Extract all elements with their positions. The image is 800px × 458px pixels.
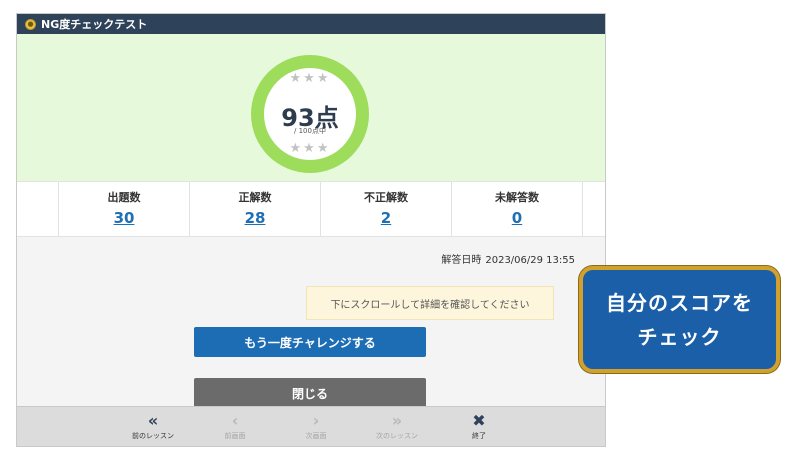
stat-questions-link[interactable]: 30 [114,209,135,227]
footer-nav: « 前のレッスン ‹ 前画面 › 次画面 » 次のレッスン ✖ 終了 [17,406,605,446]
callout-line-2: チェック [637,324,722,349]
star-icon: ★ [316,71,331,86]
star-icons-top: ★★★ [264,71,356,86]
chevron-right-icon: › [312,411,320,430]
stat-incorrect: 不正解数 2 [321,182,452,236]
stat-incorrect-link[interactable]: 2 [381,209,391,227]
star-icon: ★ [289,141,304,156]
prev-screen-button[interactable]: ‹ 前画面 [205,411,265,441]
stats-row: 出題数 30 正解数 28 不正解数 2 未解答数 0 [17,181,605,237]
close-icon: ✖ [472,411,486,430]
exit-button[interactable]: ✖ 終了 [449,411,509,441]
stat-questions: 出題数 30 [59,182,190,236]
answer-datetime: 解答日時 2023/06/29 13:55 [441,251,575,266]
star-icon: ★ [289,71,304,86]
stat-label: 不正解数 [364,191,408,204]
prev-lesson-button[interactable]: « 前のレッスン [123,411,183,441]
test-result-window: ● NG度チェックテスト ★★★ 93点 / 100点中 ★★★ 出題数 30 … [16,13,606,447]
close-button[interactable]: 閉じる [194,378,426,408]
answer-datetime-label: 解答日時 [441,255,482,266]
score-max: / 100点中 [294,127,326,135]
stat-label: 未解答数 [495,191,539,204]
star-icon: ★ [316,141,331,156]
star-icons-bottom: ★★★ [264,141,356,156]
stat-unanswered: 未解答数 0 [452,182,583,236]
double-chevron-left-icon: « [147,411,159,430]
answer-datetime-value: 2023/06/29 13:55 [485,255,575,266]
title-bar: ● NG度チェックテスト [17,14,605,34]
stat-label: 出題数 [107,191,141,204]
stat-label: 正解数 [238,191,272,204]
score-ring: ★★★ 93点 / 100点中 ★★★ [251,55,369,173]
stats-spacer [17,182,59,236]
score-area: ★★★ 93点 / 100点中 ★★★ [17,34,605,181]
next-screen-button[interactable]: › 次画面 [286,411,346,441]
chevron-left-icon: ‹ [231,411,239,430]
nav-label: 次画面 [305,432,327,440]
callout-line-1: 自分のスコアを [606,290,753,315]
score-ring-inner: ★★★ 93点 / 100点中 ★★★ [264,68,356,160]
stat-correct-link[interactable]: 28 [245,209,266,227]
medal-icon: ● [25,18,36,30]
double-chevron-right-icon: » [391,411,403,430]
nav-label: 終了 [472,432,486,440]
stat-unanswered-link[interactable]: 0 [512,209,522,227]
star-icon: ★ [303,71,317,86]
window-title: NG度チェックテスト [41,18,148,31]
star-icon: ★ [303,141,317,156]
stat-correct: 正解数 28 [190,182,321,236]
nav-label: 前画面 [224,432,246,440]
scroll-notice: 下にスクロールして詳細を確認してください [306,286,554,320]
retry-button[interactable]: もう一度チャレンジする [194,327,426,357]
nav-label: 前のレッスン [132,432,174,440]
next-lesson-button[interactable]: » 次のレッスン [367,411,427,441]
callout-box: 自分のスコアを チェック [579,266,780,373]
nav-label: 次のレッスン [376,432,418,440]
